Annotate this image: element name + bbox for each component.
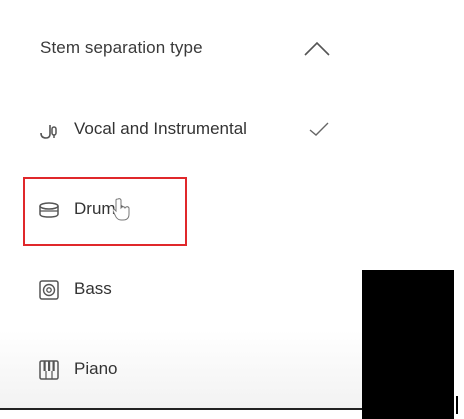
option-label: Piano xyxy=(74,359,118,378)
speaker-icon xyxy=(39,280,59,300)
option-label: Bass xyxy=(74,279,112,298)
checkmark-icon xyxy=(309,122,329,136)
text-cursor xyxy=(456,396,458,414)
chevron-up-icon[interactable] xyxy=(303,36,331,60)
option-vocal-instrumental[interactable]: Vocal and Instrumental xyxy=(0,100,362,158)
divider xyxy=(0,408,362,410)
option-bass[interactable]: Bass xyxy=(0,260,362,318)
black-overlay xyxy=(362,270,454,419)
drums-highlight-box xyxy=(23,177,187,246)
microphone-music-icon xyxy=(40,125,57,139)
dropdown-title: Stem separation type xyxy=(40,38,203,57)
dropdown-header[interactable]: Stem separation type xyxy=(0,20,362,78)
piano-icon xyxy=(39,360,59,380)
option-label: Vocal and Instrumental xyxy=(74,119,247,138)
option-piano[interactable]: Piano xyxy=(0,340,362,398)
hand-cursor-icon xyxy=(113,198,130,221)
